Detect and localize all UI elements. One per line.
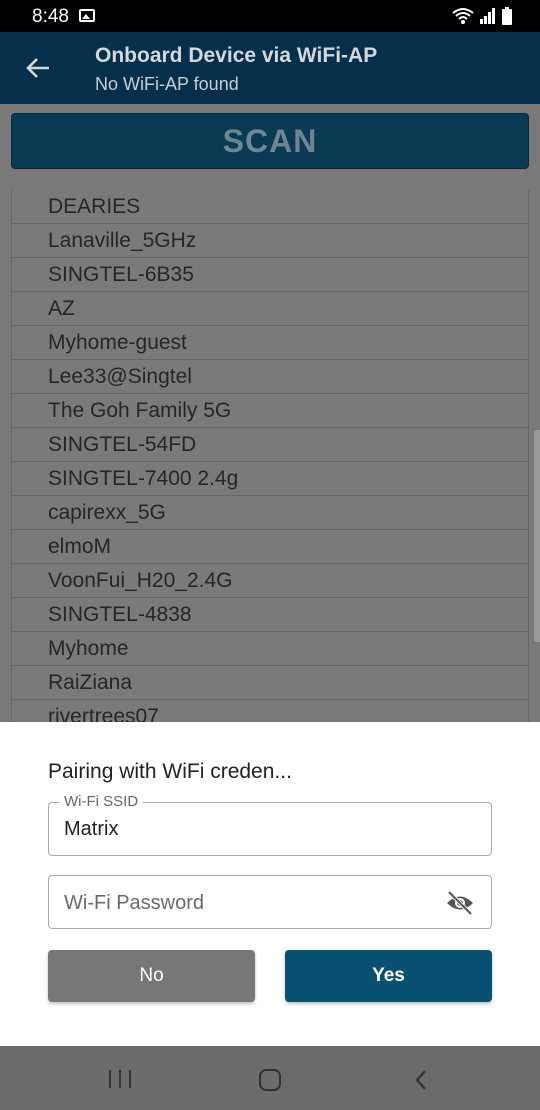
yes-button[interactable]: Yes <box>285 950 492 1002</box>
gallery-notification-icon <box>79 9 95 22</box>
network-item[interactable]: elmoM <box>11 530 529 564</box>
network-item[interactable]: RaiZiana <box>11 666 529 700</box>
network-item[interactable]: capirexx_5G <box>11 496 529 530</box>
page-subtitle: No WiFi-AP found <box>95 74 239 94</box>
network-item[interactable]: Lee33@Singtel <box>11 360 529 394</box>
back-arrow-icon[interactable] <box>24 54 52 82</box>
network-list: DEARIES Lanaville_5GHz SINGTEL-6B35 AZ M… <box>11 190 529 722</box>
network-item[interactable]: Myhome-guest <box>11 326 529 360</box>
network-scan-panel: SCAN DEARIES Lanaville_5GHz SINGTEL-6B35… <box>0 104 540 722</box>
page-title: Onboard Device via WiFi-AP <box>95 44 378 67</box>
ssid-label: Wi-Fi SSID <box>59 793 144 810</box>
wifi-icon <box>452 8 474 24</box>
home-icon[interactable] <box>259 1069 281 1091</box>
ssid-value: Matrix <box>64 818 119 840</box>
nav-back-icon[interactable] <box>412 1068 430 1092</box>
pairing-dialog: Pairing with WiFi creden... Wi-Fi SSID M… <box>0 722 540 1046</box>
network-item[interactable]: SINGTEL-6B35 <box>11 258 529 292</box>
status-icons <box>452 5 512 27</box>
network-item[interactable]: Lanaville_5GHz <box>11 224 529 258</box>
battery-icon <box>502 7 512 25</box>
network-item[interactable]: SINGTEL-4838 <box>11 598 529 632</box>
no-button[interactable]: No <box>48 950 255 1002</box>
network-item[interactable]: AZ <box>11 292 529 326</box>
network-item[interactable]: The Goh Family 5G <box>11 394 529 428</box>
network-item[interactable]: rivertrees07 <box>11 700 529 722</box>
network-item[interactable]: Myhome <box>11 632 529 666</box>
password-field[interactable]: Wi-Fi Password <box>48 875 492 929</box>
password-placeholder: Wi-Fi Password <box>64 892 205 914</box>
ssid-field[interactable]: Wi-Fi SSID Matrix <box>48 793 492 856</box>
scrollbar[interactable] <box>534 430 540 642</box>
system-nav-bar <box>0 1046 540 1110</box>
recent-apps-icon[interactable] <box>109 1070 131 1088</box>
status-time: 8:48 <box>32 6 69 27</box>
network-item[interactable]: DEARIES <box>11 190 529 224</box>
visibility-off-icon[interactable] <box>445 890 475 916</box>
scan-button[interactable]: SCAN <box>11 113 529 169</box>
app-bar: Onboard Device via WiFi-AP No WiFi-AP fo… <box>0 32 540 104</box>
network-item[interactable]: VoonFui_H20_2.4G <box>11 564 529 598</box>
network-item[interactable]: SINGTEL-7400 2.4g <box>11 462 529 496</box>
status-bar: 8:48 <box>0 0 540 32</box>
dialog-title: Pairing with WiFi creden... <box>48 760 292 783</box>
network-item[interactable]: SINGTEL-54FD <box>11 428 529 462</box>
signal-icon <box>480 8 495 24</box>
